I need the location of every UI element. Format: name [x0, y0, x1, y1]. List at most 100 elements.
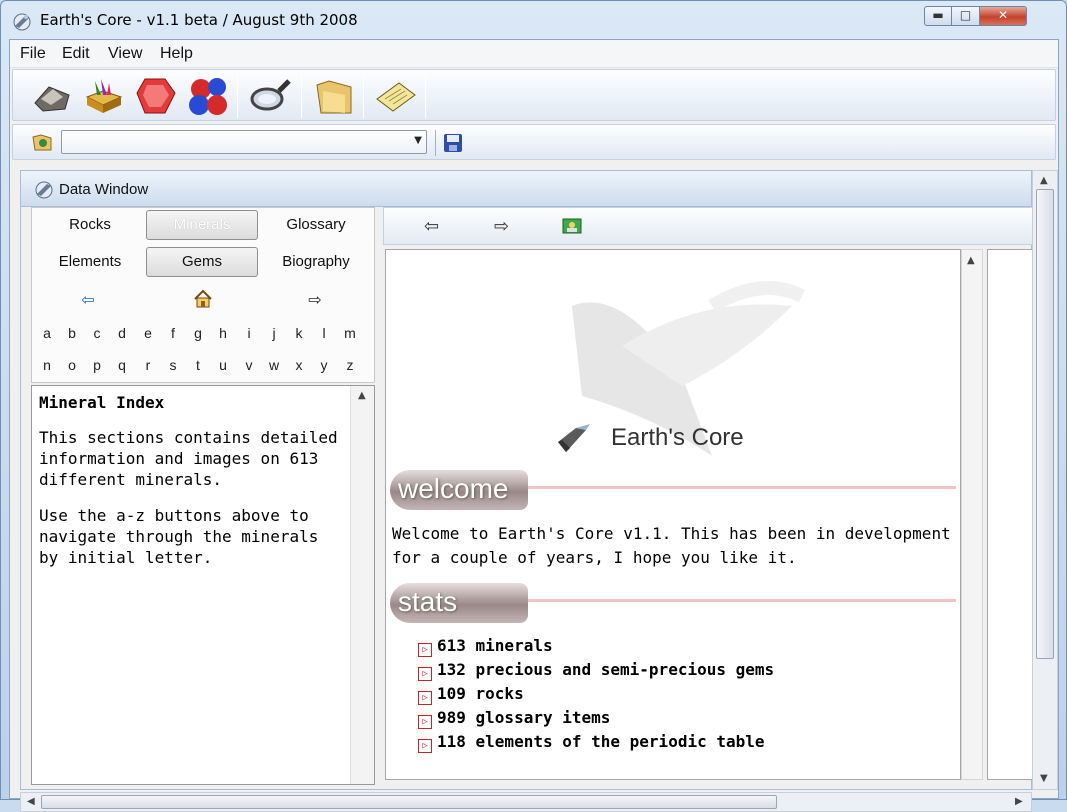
- bullet-arrow-icon: ▷: [418, 715, 432, 729]
- data-window-body: Rocks Minerals Glossary Elements Gems Bi…: [20, 206, 1039, 790]
- toolbar-separator: [435, 130, 436, 156]
- data-window-titlebar[interactable]: Data Window: [20, 170, 1032, 206]
- browser-nav-bar: ⇦ ⇨: [383, 207, 1033, 245]
- toolbar-separator: [237, 74, 238, 118]
- welcome-banner: welcome: [390, 470, 528, 510]
- letter-i-button[interactable]: i: [238, 325, 260, 341]
- letter-o-button[interactable]: o: [61, 357, 83, 373]
- menu-help[interactable]: Help: [160, 45, 193, 63]
- bullet-arrow-icon: ▷: [418, 739, 432, 753]
- browser-forward-icon[interactable]: ⇨: [494, 216, 509, 237]
- letter-j-button[interactable]: j: [263, 325, 285, 341]
- letter-x-button[interactable]: x: [288, 357, 310, 373]
- minerals-icon[interactable]: [81, 73, 127, 119]
- letter-u-button[interactable]: u: [212, 357, 234, 373]
- letter-b-button[interactable]: b: [61, 325, 83, 341]
- scroll-down-icon[interactable]: ▼: [1040, 773, 1048, 784]
- scroll-up-icon[interactable]: ▲: [358, 390, 366, 401]
- stat-item: ▷ 132 precious and semi-precious gems: [418, 658, 938, 682]
- stats-divider: [526, 599, 956, 602]
- category-nav-panel: Rocks Minerals Glossary Elements Gems Bi…: [31, 207, 375, 383]
- browser-home-icon[interactable]: [562, 218, 582, 234]
- nav-gems-button[interactable]: Gems: [146, 247, 258, 277]
- main-vertical-scrollbar[interactable]: ▲ ▼: [1032, 170, 1058, 790]
- index-heading: Mineral Index: [39, 393, 165, 412]
- index-description: This sections contains detailed informat…: [39, 428, 338, 489]
- home-icon[interactable]: [192, 288, 214, 310]
- letter-d-button[interactable]: d: [111, 325, 133, 341]
- nav-minerals-button[interactable]: Minerals: [146, 210, 258, 240]
- letter-w-button[interactable]: w: [263, 357, 285, 373]
- letter-h-button[interactable]: h: [212, 325, 234, 341]
- nav-biography-button[interactable]: Biography: [260, 247, 372, 277]
- letter-k-button[interactable]: k: [288, 325, 310, 341]
- address-toolbar: ▼: [12, 124, 1056, 160]
- letter-e-button[interactable]: e: [137, 325, 159, 341]
- chevron-down-icon[interactable]: ▼: [414, 135, 422, 146]
- app-icon[interactable]: [11, 10, 33, 32]
- stat-item: ▷ 613 minerals: [418, 634, 938, 658]
- letter-t-button[interactable]: t: [187, 357, 209, 373]
- bullet-arrow-icon: ▷: [418, 667, 432, 681]
- letter-r-button[interactable]: r: [137, 357, 159, 373]
- letter-z-button[interactable]: z: [339, 357, 361, 373]
- main-horizontal-scrollbar[interactable]: ◀ ▶: [20, 792, 1032, 812]
- nav-glossary-button[interactable]: Glossary: [260, 210, 372, 240]
- letter-m-button[interactable]: m: [339, 325, 361, 341]
- scroll-left-icon[interactable]: ◀: [27, 796, 35, 807]
- folder-icon[interactable]: [311, 73, 357, 119]
- scroll-right-icon[interactable]: ▶: [1015, 796, 1023, 807]
- letter-y-button[interactable]: y: [313, 357, 335, 373]
- webview-scrollbar[interactable]: ▲: [961, 249, 983, 780]
- letter-c-button[interactable]: c: [86, 325, 108, 341]
- stat-rocks: 109 rocks: [437, 684, 524, 703]
- letter-a-button[interactable]: a: [36, 325, 58, 341]
- notes-icon[interactable]: [373, 73, 419, 119]
- letter-l-button[interactable]: l: [313, 325, 335, 341]
- letter-f-button[interactable]: f: [162, 325, 184, 341]
- scroll-thumb[interactable]: [1036, 189, 1054, 659]
- menu-bar: File Edit View Help: [10, 40, 1058, 68]
- stat-item: ▷ 118 elements of the periodic table: [418, 730, 938, 754]
- location-combo[interactable]: ▼: [61, 130, 427, 154]
- earths-core-logo-icon: [556, 422, 592, 456]
- magnifier-icon[interactable]: [247, 73, 293, 119]
- scroll-thumb[interactable]: [41, 795, 777, 809]
- scroll-up-icon[interactable]: ▲: [1040, 175, 1048, 186]
- maximize-button[interactable]: □: [952, 6, 980, 26]
- letter-s-button[interactable]: s: [162, 357, 184, 373]
- welcome-text: Welcome to Earth's Core v1.1. This has b…: [392, 524, 951, 567]
- stat-item: ▷ 109 rocks: [418, 682, 938, 706]
- index-scrollbar[interactable]: ▲: [350, 386, 374, 784]
- letter-p-button[interactable]: p: [86, 357, 108, 373]
- nav-elements-button[interactable]: Elements: [34, 247, 146, 277]
- title-bar[interactable]: Earth's Core - v1.1 beta / August 9th 20…: [9, 5, 1059, 35]
- forward-arrow-icon[interactable]: ⇨: [304, 290, 326, 309]
- toolbar-separator: [425, 74, 426, 118]
- elements-icon[interactable]: [185, 73, 231, 119]
- letter-v-button[interactable]: v: [238, 357, 260, 373]
- letter-g-button[interactable]: g: [187, 325, 209, 341]
- letter-n-button[interactable]: n: [36, 357, 58, 373]
- go-folder-icon[interactable]: [31, 131, 55, 153]
- toolbar-separator: [363, 74, 364, 118]
- menu-edit[interactable]: Edit: [62, 45, 90, 63]
- menu-view[interactable]: View: [108, 45, 142, 63]
- rocks-icon[interactable]: [29, 73, 75, 119]
- az-row-2: n o p q r s t u v w x y z: [36, 357, 372, 375]
- save-icon[interactable]: [443, 133, 463, 153]
- menu-file[interactable]: File: [20, 45, 46, 63]
- toolbar-separator: [301, 74, 302, 118]
- right-pane: ⇦ ⇨ Earth's Core welcome Welcome to Eart…: [383, 207, 1039, 782]
- letter-q-button[interactable]: q: [111, 357, 133, 373]
- stats-list: ▷ 613 minerals ▷ 132 precious and semi-pre…: [418, 634, 938, 754]
- scroll-up-icon[interactable]: ▲: [967, 255, 975, 266]
- browser-back-icon[interactable]: ⇦: [424, 216, 439, 237]
- gems-icon[interactable]: [133, 73, 179, 119]
- close-button[interactable]: ✕: [980, 6, 1027, 26]
- minimize-button[interactable]: ▬: [924, 6, 952, 26]
- back-arrow-icon[interactable]: ⇦: [77, 290, 99, 309]
- left-pane: Rocks Minerals Glossary Elements Gems Bi…: [31, 207, 375, 785]
- nav-rocks-button[interactable]: Rocks: [34, 210, 146, 240]
- bullet-arrow-icon: ▷: [418, 691, 432, 705]
